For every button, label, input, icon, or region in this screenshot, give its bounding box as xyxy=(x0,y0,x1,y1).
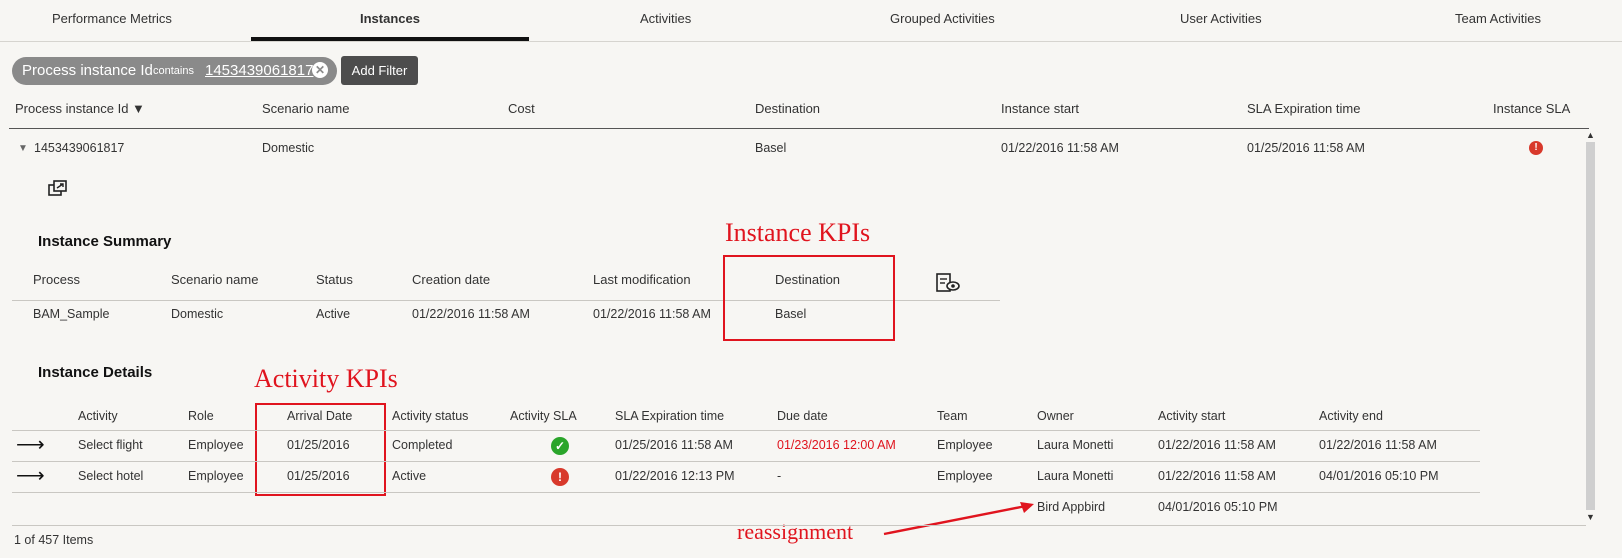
tab-bar: Performance Metrics Instances Activities… xyxy=(0,0,1622,42)
filter-value[interactable]: 1453439061817 xyxy=(205,62,313,79)
tab-grouped-activities[interactable]: Grouped Activities xyxy=(890,11,995,26)
detail-sla-exp: 01/25/2016 11:58 AM xyxy=(615,438,733,452)
col-destination[interactable]: Destination xyxy=(755,101,820,116)
detail-owner: Laura Monetti xyxy=(1037,438,1114,452)
summary-col-scenario: Scenario name xyxy=(171,272,259,287)
footer-divider xyxy=(12,525,1586,526)
summary-status: Active xyxy=(316,307,351,321)
col-instance-start[interactable]: Instance start xyxy=(1001,101,1079,116)
sla-error-icon: ! xyxy=(551,468,569,486)
view-details-icon[interactable] xyxy=(935,272,961,294)
row-instance-id[interactable]: 1453439061817 xyxy=(34,141,124,155)
detail-start: 01/22/2016 11:58 AM xyxy=(1158,469,1276,483)
chevron-down-icon[interactable]: ▼ xyxy=(18,143,28,154)
detail-owner: Laura Monetti xyxy=(1037,469,1114,483)
details-col-due: Due date xyxy=(777,409,828,423)
scroll-up-icon[interactable]: ▲ xyxy=(1586,130,1595,140)
active-tab-indicator xyxy=(251,37,529,41)
annotation-reassignment: reassignment xyxy=(737,519,854,544)
summary-col-last-mod: Last modification xyxy=(593,272,691,287)
details-col-start: Activity start xyxy=(1158,409,1226,423)
summary-scenario: Domestic xyxy=(171,307,224,321)
col-scenario-name[interactable]: Scenario name xyxy=(262,101,349,116)
tab-user-activities[interactable]: User Activities xyxy=(1180,11,1262,26)
detail-team: Employee xyxy=(937,469,993,483)
item-count: 1 of 457 Items xyxy=(14,533,94,547)
details-divider-3 xyxy=(12,492,1480,493)
filter-chip[interactable]: Process instance Id contains 14534390618… xyxy=(12,57,337,85)
tab-activities[interactable]: Activities xyxy=(640,11,691,26)
tab-team-activities[interactable]: Team Activities xyxy=(1455,11,1541,26)
filter-operator: contains xyxy=(153,65,194,77)
scrollbar-thumb[interactable] xyxy=(1586,142,1595,510)
col-sla-expiration[interactable]: SLA Expiration time xyxy=(1247,101,1360,116)
row-scenario: Domestic xyxy=(262,141,315,155)
tab-performance-metrics[interactable]: Performance Metrics xyxy=(52,11,172,26)
summary-col-process: Process xyxy=(33,272,80,287)
row-instance-start: 01/22/2016 11:58 AM xyxy=(1001,141,1119,155)
filter-field: Process instance Id xyxy=(22,62,153,79)
instance-details-title: Instance Details xyxy=(38,364,153,381)
col-process-instance-id[interactable]: Process instance Id ▼ xyxy=(15,101,145,116)
details-col-arrival: Arrival Date xyxy=(287,409,353,423)
detail-status: Completed xyxy=(392,438,453,452)
detail-due-date: 01/23/2016 12:00 AM xyxy=(777,438,896,452)
detail-team: Employee xyxy=(937,438,993,452)
open-in-new-window-icon[interactable] xyxy=(48,180,68,198)
col-cost[interactable]: Cost xyxy=(508,101,535,116)
summary-last-modification: 01/22/2016 11:58 AM xyxy=(593,307,711,321)
details-col-role: Role xyxy=(188,409,214,423)
details-col-sla-exp: SLA Expiration time xyxy=(615,409,725,423)
details-divider-1 xyxy=(12,430,1480,431)
scroll-down-icon[interactable]: ▼ xyxy=(1586,512,1595,522)
arrow-right-icon[interactable]: ⟶ xyxy=(16,463,45,488)
row-destination: Basel xyxy=(755,141,787,155)
details-col-team: Team xyxy=(937,409,968,423)
scrollbar[interactable]: ▲ ▼ xyxy=(1583,130,1597,522)
reassign-start: 04/01/2016 05:10 PM xyxy=(1158,500,1278,514)
reassignment-arrow xyxy=(883,502,1034,536)
details-col-owner: Owner xyxy=(1037,409,1074,423)
col-instance-sla[interactable]: Instance SLA xyxy=(1493,101,1570,116)
detail-end: 01/22/2016 11:58 AM xyxy=(1319,438,1437,452)
header-divider xyxy=(9,128,1589,129)
detail-end: 04/01/2016 05:10 PM xyxy=(1319,469,1439,483)
details-col-sla: Activity SLA xyxy=(510,409,577,423)
detail-status: Active xyxy=(392,469,427,483)
detail-arrival: 01/25/2016 xyxy=(287,438,350,452)
detail-activity: Select flight xyxy=(78,438,143,452)
summary-col-creation: Creation date xyxy=(412,272,491,287)
detail-sla-exp: 01/22/2016 12:13 PM xyxy=(615,469,735,483)
detail-start: 01/22/2016 11:58 AM xyxy=(1158,438,1276,452)
details-divider-2 xyxy=(12,461,1480,462)
detail-role: Employee xyxy=(188,469,244,483)
row-sla-expiration: 01/25/2016 11:58 AM xyxy=(1247,141,1365,155)
annotation-instance-kpis: Instance KPIs xyxy=(725,218,871,247)
detail-activity: Select hotel xyxy=(78,469,144,483)
annotation-activity-kpis: Activity KPIs xyxy=(254,364,398,393)
reassign-owner: Bird Appbird xyxy=(1037,500,1106,514)
summary-col-status: Status xyxy=(316,272,353,287)
tab-instances[interactable]: Instances xyxy=(360,11,420,26)
add-filter-button[interactable]: Add Filter xyxy=(341,56,418,85)
instance-kpis-box xyxy=(723,255,895,341)
instance-summary-title: Instance Summary xyxy=(38,233,172,250)
details-col-activity: Activity xyxy=(78,409,118,423)
summary-creation-date: 01/22/2016 11:58 AM xyxy=(412,307,530,321)
close-icon[interactable]: ✕ xyxy=(312,62,328,78)
detail-arrival: 01/25/2016 xyxy=(287,469,350,483)
sla-error-icon: ! xyxy=(1529,141,1543,155)
detail-role: Employee xyxy=(188,438,244,452)
details-col-status: Activity status xyxy=(392,409,469,423)
summary-process: BAM_Sample xyxy=(33,307,110,321)
sla-ok-icon: ✓ xyxy=(551,437,569,455)
detail-due-date: - xyxy=(777,469,782,483)
arrow-right-icon[interactable]: ⟶ xyxy=(16,432,45,457)
details-col-end: Activity end xyxy=(1319,409,1383,423)
